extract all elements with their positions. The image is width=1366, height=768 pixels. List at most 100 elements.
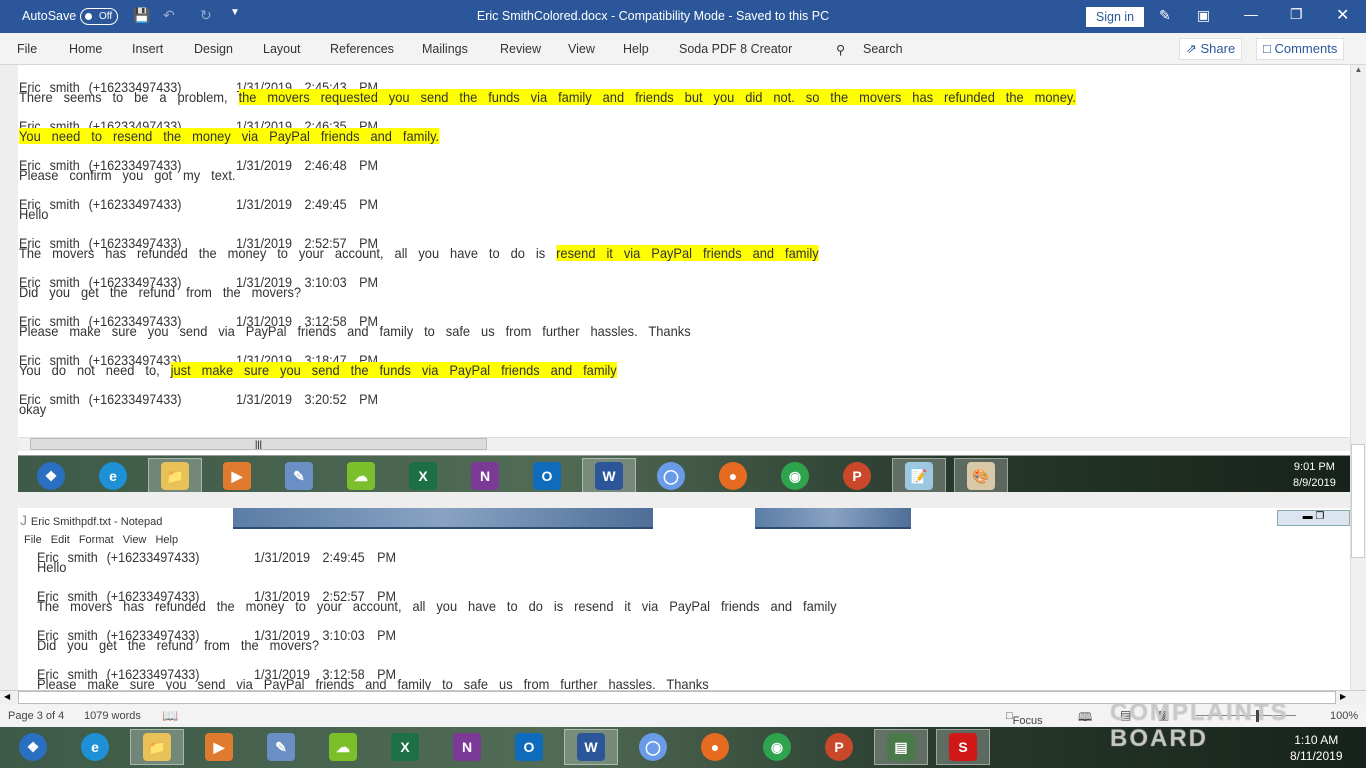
title-bar: AutoSave Off 💾 ↶ ↻ ▼ Eric SmithColored.d…: [0, 0, 1366, 33]
comments-button[interactable]: □ Comments: [1256, 38, 1345, 60]
vertical-scrollbar[interactable]: ▲: [1350, 65, 1366, 690]
file-explorer-icon: 📁: [143, 733, 171, 761]
embedded-taskbar: 9:01 PM 8/9/2019 ❖ e 📁 ▶ ✎ ☁ X N O W ◯ ● ◉ P 📝 🎨: [18, 455, 1350, 494]
title-band: [233, 508, 653, 529]
outlook-taskbar-button[interactable]: O: [520, 458, 574, 494]
media-player-taskbar-button[interactable]: ▶: [192, 729, 246, 765]
tab-home[interactable]: Home: [69, 42, 102, 56]
paint-user-taskbar-button[interactable]: ✎: [254, 729, 308, 765]
word-taskbar-button[interactable]: W: [582, 458, 636, 494]
word-taskbar-button[interactable]: W: [564, 729, 618, 765]
message-text: Hello: [19, 206, 48, 222]
vertical-scroll-thumb[interactable]: [1351, 444, 1365, 558]
start-orb-taskbar-button[interactable]: ❖: [6, 729, 60, 765]
chromium-taskbar-button[interactable]: ◯: [644, 458, 698, 494]
share-button[interactable]: ⇗ Share: [1179, 38, 1243, 60]
powerpoint-icon: P: [825, 733, 853, 761]
menu-view[interactable]: View: [123, 534, 147, 546]
menu-edit[interactable]: Edit: [51, 534, 70, 546]
comments-label: Comments: [1274, 41, 1338, 56]
file-explorer-taskbar-button[interactable]: 📁: [148, 458, 202, 494]
outlook-taskbar-button[interactable]: O: [502, 729, 556, 765]
internet-explorer-icon: e: [99, 462, 127, 490]
document-area[interactable]: Eric smith (+16233497433) 1/31/2019 2:45:…: [0, 65, 1350, 690]
sign-in-button[interactable]: Sign in: [1086, 7, 1144, 27]
search-box[interactable]: Search: [863, 42, 903, 56]
excel-icon: X: [409, 462, 437, 490]
onenote-taskbar-button[interactable]: N: [440, 729, 494, 765]
notepad-taskbar-button[interactable]: 📝: [892, 458, 946, 494]
media-player-icon: ▶: [223, 462, 251, 490]
paint-user-icon: ✎: [267, 733, 295, 761]
read-mode-icon[interactable]: 🕮: [1078, 708, 1092, 729]
scroll-right-icon[interactable]: ▶: [1340, 692, 1346, 701]
text-segment: The movers has refunded the money to you…: [37, 598, 837, 614]
tab-view[interactable]: View: [568, 42, 595, 56]
firefox-taskbar-button[interactable]: ●: [706, 458, 760, 494]
share-icon: ⇗: [1186, 41, 1201, 56]
taskbar-clock[interactable]: 1:10 AM 8/11/2019: [1290, 732, 1343, 764]
restore-icon[interactable]: ❐: [1290, 6, 1303, 23]
internet-explorer-taskbar-button[interactable]: e: [86, 458, 140, 494]
outlook-icon: O: [515, 733, 543, 761]
tab-insert[interactable]: Insert: [132, 42, 163, 56]
chrome-taskbar-button[interactable]: ◉: [768, 458, 822, 494]
powerpoint-taskbar-button[interactable]: P: [830, 458, 884, 494]
notepad-window: ▬ ❐ J Eric Smithpdf.txt - Notepad File E…: [18, 508, 1350, 690]
pen-icon[interactable]: ✎: [1159, 7, 1171, 24]
internet-explorer-taskbar-button[interactable]: e: [68, 729, 122, 765]
media-player-icon: ▶: [205, 733, 233, 761]
paint-taskbar-button[interactable]: 🎨: [954, 458, 1008, 494]
menu-help[interactable]: Help: [155, 534, 178, 546]
firefox-taskbar-button[interactable]: ●: [688, 729, 742, 765]
message-text: Did you get the refund from the movers?: [37, 637, 319, 653]
notepad-window-controls[interactable]: ▬ ❐: [1277, 510, 1350, 526]
paint-user-taskbar-button[interactable]: ✎: [272, 458, 326, 494]
s-app-taskbar-button[interactable]: S: [936, 729, 990, 765]
scroll-left-icon[interactable]: ◀: [4, 692, 10, 701]
search-icon[interactable]: ⚲: [836, 42, 845, 57]
message-text: Please make sure you send via PayPal fri…: [37, 676, 709, 690]
wechat-taskbar-button[interactable]: ☁: [334, 458, 388, 494]
text-segment: There seems to be a problem,: [19, 89, 239, 105]
ribbon-display-icon[interactable]: ▣: [1197, 7, 1210, 24]
proofing-icon[interactable]: 📖: [162, 708, 178, 724]
zoom-level[interactable]: 100%: [1330, 710, 1358, 722]
message-text: Hello: [37, 559, 66, 575]
text-segment: You do not need to,: [19, 362, 171, 378]
word-icon: W: [577, 733, 605, 761]
onenote-taskbar-button[interactable]: N: [458, 458, 512, 494]
tab-mailings[interactable]: Mailings: [422, 42, 468, 56]
media-player-taskbar-button[interactable]: ▶: [210, 458, 264, 494]
chromium-taskbar-button[interactable]: ◯: [626, 729, 680, 765]
powerpoint-taskbar-button[interactable]: P: [812, 729, 866, 765]
menu-file[interactable]: File: [24, 534, 42, 546]
page-count[interactable]: Page 3 of 4: [8, 710, 64, 722]
message-text: There seems to be a problem, the movers …: [19, 89, 1076, 105]
menu-format[interactable]: Format: [79, 534, 114, 546]
file-explorer-taskbar-button[interactable]: 📁: [130, 729, 184, 765]
minimize-icon[interactable]: —: [1244, 6, 1258, 22]
word-icon: W: [595, 462, 623, 490]
tab-references[interactable]: References: [330, 42, 394, 56]
tab-file[interactable]: File: [17, 42, 37, 56]
tab-soda-pdf[interactable]: Soda PDF 8 Creator: [679, 42, 792, 56]
close-icon[interactable]: ✕: [1336, 5, 1349, 25]
tab-help[interactable]: Help: [623, 42, 649, 56]
focus-button[interactable]: □ Focus: [1006, 710, 1043, 727]
excel-taskbar-button[interactable]: X: [378, 729, 432, 765]
tab-design[interactable]: Design: [194, 42, 233, 56]
chrome-taskbar-button[interactable]: ◉: [750, 729, 804, 765]
word-count[interactable]: 1079 words: [84, 710, 141, 722]
notepad-icon: 📝: [905, 462, 933, 490]
outlook-icon: O: [533, 462, 561, 490]
excel-taskbar-button[interactable]: X: [396, 458, 450, 494]
wechat-taskbar-button[interactable]: ☁: [316, 729, 370, 765]
file-explorer-icon: 📁: [161, 462, 189, 490]
tab-review[interactable]: Review: [500, 42, 541, 56]
start-orb-taskbar-button[interactable]: ❖: [24, 458, 78, 494]
task-manager-taskbar-button[interactable]: ▤: [874, 729, 928, 765]
tab-layout[interactable]: Layout: [263, 42, 301, 56]
message-text: The movers has refunded the money to you…: [37, 598, 837, 614]
text-segment: Did you get the refund from the movers?: [37, 637, 320, 653]
